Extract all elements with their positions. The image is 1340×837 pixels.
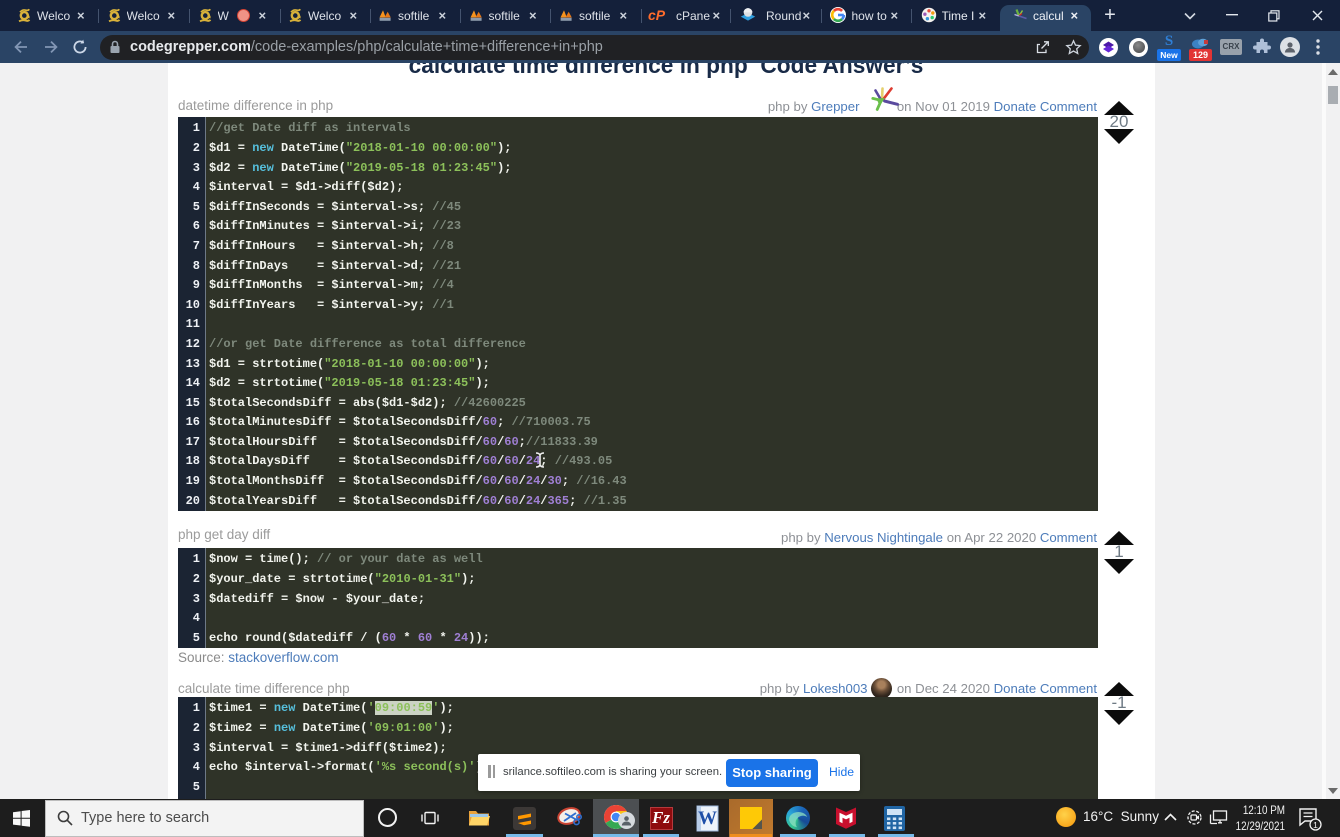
svg-text:1: 1: [1313, 820, 1318, 830]
svg-text:W: W: [698, 808, 717, 829]
